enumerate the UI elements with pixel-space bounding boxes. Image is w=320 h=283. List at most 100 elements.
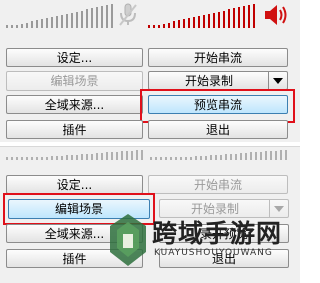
meter-bar [238, 7, 240, 28]
meter-bar [215, 155, 217, 160]
watermark: 跨域手游网 KUAYUSHOUYOUWANG [106, 210, 300, 282]
global-sources-button[interactable]: 全域来源... [6, 95, 143, 114]
start-stream-button[interactable]: 开始串流 [148, 48, 288, 67]
meter-bar [160, 157, 162, 160]
meter-bar [31, 21, 33, 28]
meter-bar [31, 157, 33, 160]
meter-bar [228, 9, 230, 28]
meter-bar [6, 157, 8, 160]
meter-bar [275, 151, 277, 160]
meter-bar [285, 150, 287, 160]
meter-bar [66, 155, 68, 160]
meter-bar [81, 11, 83, 28]
meter-bar [86, 154, 88, 160]
start-record-dropdown[interactable]: 开始录制 [148, 71, 288, 90]
meter-bar [208, 14, 210, 28]
meter-bar [51, 17, 53, 28]
microphone-volume-meter-secondary[interactable] [6, 148, 146, 160]
settings-button-secondary[interactable]: 设定... [6, 175, 143, 194]
meter-bar [250, 152, 252, 160]
watermark-subtitle: KUAYUSHOUYOUWANG [154, 248, 273, 258]
meter-bar [260, 152, 262, 160]
meter-bar [11, 25, 13, 28]
microphone-volume-meter[interactable] [6, 2, 116, 28]
desktop-volume-meter-secondary[interactable] [150, 148, 290, 160]
meter-bar [71, 13, 73, 28]
meter-bar [126, 151, 128, 160]
settings-button[interactable]: 设定... [6, 48, 143, 67]
meter-bar [280, 150, 282, 160]
meter-bar [56, 156, 58, 160]
meter-bar [101, 6, 103, 28]
meter-bar [56, 16, 58, 28]
meter-bar [66, 14, 68, 28]
meter-bar [26, 157, 28, 160]
exit-button[interactable]: 退出 [148, 120, 288, 139]
meter-bar [193, 17, 195, 28]
meter-bar [210, 155, 212, 160]
meter-bar [195, 156, 197, 160]
meter-bar [106, 5, 108, 28]
meter-bar [111, 152, 113, 160]
meter-bar [190, 157, 192, 160]
meter-bar [36, 20, 38, 28]
speaker-icon[interactable] [262, 2, 292, 28]
meter-bar [76, 12, 78, 28]
meter-bar [178, 20, 180, 28]
meter-bar [163, 24, 165, 28]
meter-bar [131, 151, 133, 160]
meter-bar [270, 151, 272, 160]
meter-bar [240, 153, 242, 160]
meter-bar [41, 19, 43, 28]
meter-bar [173, 21, 175, 28]
meter-bar [223, 11, 225, 28]
meter-bar [41, 157, 43, 160]
meter-bar [111, 4, 113, 28]
meter-bar [61, 15, 63, 28]
meter-bar [203, 15, 205, 28]
edit-scene-button[interactable]: 编辑场景 [6, 71, 143, 91]
meter-bar [253, 4, 255, 28]
meter-bar [61, 156, 63, 160]
meter-bar [91, 8, 93, 28]
meter-bar [220, 155, 222, 160]
meter-bar [101, 153, 103, 160]
watermark-logo [106, 212, 150, 268]
meter-bar [16, 157, 18, 160]
meter-bar [11, 157, 13, 160]
meter-bar [46, 18, 48, 28]
meter-bar [165, 157, 167, 160]
meter-bar [218, 12, 220, 28]
meter-bar [21, 157, 23, 160]
meter-bar [233, 8, 235, 28]
meter-bar [200, 156, 202, 160]
meter-bar [46, 157, 48, 160]
meter-bar [205, 156, 207, 160]
meter-bar [243, 6, 245, 28]
meter-bar [168, 23, 170, 28]
meter-bar [121, 151, 123, 160]
desktop-volume-meter[interactable] [148, 2, 258, 28]
meter-bar [170, 157, 172, 160]
meter-bar [21, 24, 23, 28]
microphone-muted-icon[interactable] [116, 2, 140, 28]
meter-bar [230, 154, 232, 160]
meter-bar [36, 157, 38, 160]
meter-bar [150, 157, 152, 160]
meter-bar [71, 155, 73, 160]
meter-bar [158, 25, 160, 28]
meter-bar [198, 16, 200, 28]
meter-bar [86, 9, 88, 28]
meter-bar [188, 18, 190, 28]
meter-bar [245, 153, 247, 160]
chevron-down-icon[interactable] [268, 72, 287, 89]
meter-bar [96, 7, 98, 28]
meter-bar [51, 156, 53, 160]
meter-bar [106, 152, 108, 160]
meter-bar [16, 25, 18, 28]
plugins-button[interactable]: 插件 [6, 120, 143, 139]
meter-bar [136, 150, 138, 160]
meter-bar [235, 154, 237, 160]
start-stream-button-secondary[interactable]: 开始串流 [148, 175, 288, 194]
meter-bar [225, 154, 227, 160]
